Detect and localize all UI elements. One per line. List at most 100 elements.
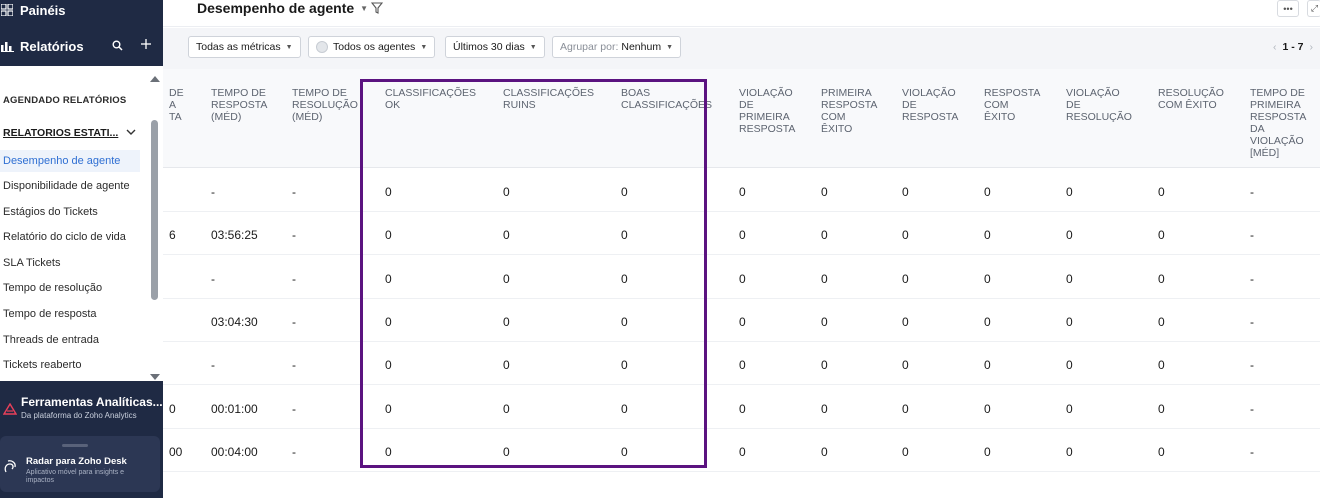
table-cell: 0 (902, 358, 909, 373)
table-cell: 0 (902, 401, 909, 416)
sidebar-top: Painéis Relatórios (0, 0, 163, 66)
column-header[interactable]: PRIMEIRA RESPOSTA COM ÊXITO (821, 87, 877, 135)
caret-down-icon: ▼ (360, 3, 369, 13)
table-cell: 0 (621, 228, 628, 243)
table-cell: - (1250, 358, 1254, 373)
table-cell: 0 (385, 444, 392, 459)
sidebar-item-estagios[interactable]: Estágios do Tickets (0, 201, 140, 223)
table-cell: 0 (1158, 401, 1165, 416)
sidebar-item-tempo-resposta[interactable]: Tempo de resposta (0, 303, 140, 325)
table-cell: - (292, 358, 296, 373)
group-by-dropdown[interactable]: Agrupar por: Nenhum ▼ (552, 36, 682, 58)
page-title: Desempenho de agente (197, 0, 355, 16)
table-cell: 0 (621, 185, 628, 199)
sidebar-item-threads[interactable]: Threads de entrada (0, 329, 140, 351)
column-header[interactable]: RESOLUÇÃO COM ÊXITO (1158, 87, 1224, 111)
add-icon[interactable] (140, 38, 152, 53)
report-table: DE A TA TEMPO DE RESPOSTA (MÉD) TEMPO DE R… (163, 69, 1320, 498)
table-cell: - (1250, 314, 1254, 329)
table-cell: - (292, 444, 296, 459)
sidebar-item-disponibilidade[interactable]: Disponibilidade de agente (0, 175, 140, 197)
table-cell: 0 (821, 185, 828, 199)
table-cell: 03:04:30 (211, 314, 258, 329)
group-relatorios-estatisticos[interactable]: RELATORIOS ESTATI... (3, 127, 136, 139)
table-cell: - (292, 185, 296, 199)
table-cell: 0 (385, 271, 392, 286)
column-header[interactable]: VIOLAÇÃO DE RESPOSTA (902, 87, 958, 123)
section-agendado: AGENDADO RELATÓRIOS (3, 95, 127, 106)
page-title-dropdown[interactable]: Desempenho de agente ▼ (197, 0, 368, 16)
table-cell: 0 (1158, 444, 1165, 459)
table-cell: 0 (621, 401, 628, 416)
expand-button[interactable]: ⤢ (1307, 0, 1320, 17)
sidebar-item-relatorios[interactable]: Relatórios (0, 35, 163, 57)
more-options-button[interactable]: ••• (1277, 0, 1299, 17)
table-cell: 0 (503, 358, 510, 373)
table-row: - - 0 0 0 0 0 0 0 0 0 - (163, 342, 1320, 386)
table-cell: 0 (1066, 314, 1073, 329)
table-cell: 0 (902, 314, 909, 329)
table-cell: 0 (902, 228, 909, 243)
period-dropdown[interactable]: Últimos 30 dias ▼ (445, 36, 545, 58)
prev-page-icon[interactable]: ‹ (1273, 41, 1277, 53)
table-cell: - (292, 401, 296, 416)
scroll-up-icon[interactable] (150, 76, 160, 82)
table-cell: - (292, 271, 296, 286)
metrics-dropdown[interactable]: Todas as métricas ▼ (188, 36, 301, 58)
scroll-down-icon[interactable] (150, 374, 160, 380)
sidebar-scrollbar[interactable] (149, 74, 161, 380)
table-cell: 00:01:00 (211, 401, 258, 416)
table-cell: 0 (984, 444, 991, 459)
table-cell: 0 (503, 444, 510, 459)
analytics-tools[interactable]: Ferramentas Analíticas... Da plataforma … (0, 386, 163, 430)
column-header[interactable]: TEMPO DE RESOLUÇÃO (MÉD) (292, 87, 358, 123)
sidebar-item-reaberto[interactable]: Tickets reaberto (0, 354, 140, 376)
column-header[interactable]: VIOLAÇÃO DE PRIMEIRA RESPOSTA (739, 87, 795, 135)
table-cell: - (1250, 228, 1254, 243)
grid-icon (0, 3, 14, 17)
agents-label: Todos os agentes (333, 41, 416, 53)
column-header[interactable]: TEMPO DE RESPOSTA (MÉD) (211, 87, 267, 123)
table-cell: 0 (902, 271, 909, 286)
radar-subtitle: Aplicativo móvel para insights e impacto… (26, 469, 125, 484)
sidebar-relatorios-label: Relatórios (20, 38, 84, 54)
filter-icon[interactable] (370, 1, 384, 19)
column-header[interactable]: RESPOSTA COM ÊXITO (984, 87, 1040, 123)
analytics-title: Ferramentas Analíticas... (21, 395, 163, 409)
table-cell: 0 (821, 314, 828, 329)
table-cell: 0 (739, 185, 746, 199)
next-page-icon[interactable]: › (1310, 41, 1314, 53)
column-header[interactable]: BOAS CLASSIFICAÇÕES (621, 87, 712, 111)
table-cell: 0 (739, 271, 746, 286)
table-cell: 0 (739, 314, 746, 329)
agents-dropdown[interactable]: Todos os agentes ▼ (308, 36, 436, 58)
column-header[interactable]: CLASSIFICAÇÕES OK (385, 87, 476, 111)
table-cell: 0 (821, 358, 828, 373)
column-header[interactable]: VIOLAÇÃO DE RESOLUÇÃO (1066, 87, 1132, 123)
filter-toolbar: Todas as métricas ▼ Todos os agentes ▼ Ú… (163, 28, 1320, 69)
table-cell: 0 (739, 358, 746, 373)
period-label: Últimos 30 dias (453, 41, 525, 53)
radar-icon (3, 458, 17, 479)
sidebar-item-desempenho[interactable]: Desempenho de agente (0, 150, 140, 172)
scroll-thumb[interactable] (151, 120, 158, 300)
table-cell: 0 (1066, 358, 1073, 373)
sidebar-item-tempo-resolucao[interactable]: Tempo de resolução (0, 277, 140, 299)
table-row: - - 0 0 0 0 0 0 0 0 0 - (163, 256, 1320, 299)
table-cell: - (211, 185, 215, 199)
radar-title: Radar para Zoho Desk (26, 456, 127, 467)
table-cell: 0 (1066, 401, 1073, 416)
sidebar-item-paineis[interactable]: Painéis (0, 0, 66, 21)
sidebar-item-sla[interactable]: SLA Tickets (0, 252, 140, 274)
column-header[interactable]: CLASSIFICAÇÕES RUINS (503, 87, 594, 111)
radar-promo-card[interactable]: Radar para Zoho Desk Aplicativo móvel pa… (0, 436, 160, 492)
table-cell: 0 (621, 358, 628, 373)
sidebar-item-ciclo-vida[interactable]: Relatório do ciclo de vida (0, 226, 140, 248)
table-cell: 0 (503, 185, 510, 199)
group-by-prefix: Agrupar por: (560, 41, 619, 53)
search-icon[interactable] (112, 39, 123, 54)
column-header[interactable]: TEMPO DE PRIMEIRA RESPOSTA DA VIOLAÇÃO [… (1250, 87, 1306, 159)
table-cell: 0 (1066, 185, 1073, 199)
column-header[interactable]: DE A TA (169, 87, 184, 123)
table-cell: 0 (385, 314, 392, 329)
